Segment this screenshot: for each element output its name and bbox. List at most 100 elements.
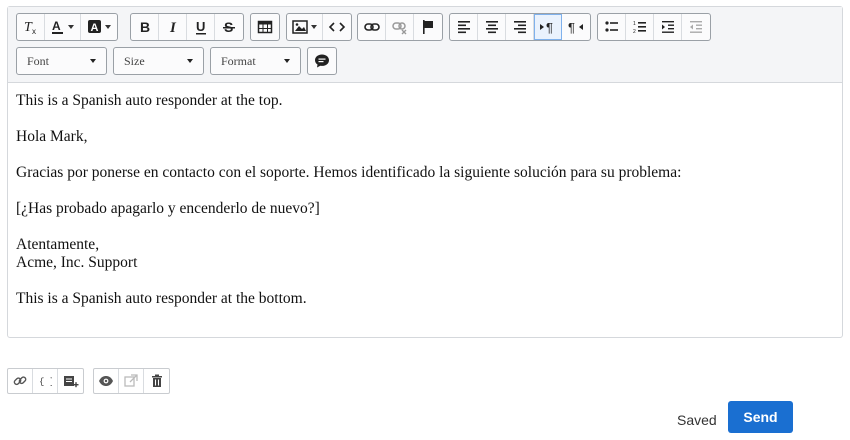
align-left-icon: [457, 21, 470, 34]
body-line: Hola Mark,: [16, 128, 88, 145]
chevron-down-icon: [284, 59, 290, 63]
placeholder-button[interactable]: { }: [33, 369, 58, 393]
svg-text:1: 1: [633, 21, 636, 27]
chevron-down-icon: [311, 25, 317, 29]
body-line: Acme, Inc. Support: [16, 254, 138, 271]
comment-icon: [315, 54, 329, 68]
strikethrough-button[interactable]: S: [215, 14, 243, 40]
align-left-button[interactable]: [450, 14, 478, 40]
toolbar-group-align: ¶ ¶: [449, 13, 591, 41]
note-add-icon: [63, 376, 78, 388]
text-color-button[interactable]: A: [45, 14, 81, 40]
size-select-label: Size: [124, 53, 145, 68]
rtl-paragraph-icon: ¶: [568, 20, 583, 34]
add-note-button[interactable]: [58, 369, 83, 393]
chevron-down-icon: [90, 59, 96, 63]
italic-button[interactable]: I: [159, 14, 187, 40]
preview-button[interactable]: [94, 369, 119, 393]
underline-button[interactable]: U: [187, 14, 215, 40]
comment-button[interactable]: [308, 48, 336, 74]
numbered-list-button[interactable]: 12: [626, 14, 654, 40]
code-icon: [328, 22, 346, 32]
outdent-icon: [690, 21, 702, 33]
format-select[interactable]: Format: [210, 47, 301, 75]
bulleted-list-icon: [604, 21, 618, 32]
toolbar-group-font-style: B I U S: [130, 13, 244, 41]
svg-text:{ }: { }: [39, 377, 52, 387]
editor-content[interactable]: This is a Spanish auto responder at the …: [8, 83, 842, 308]
svg-text:B: B: [140, 19, 150, 35]
background-color-icon: A: [87, 20, 101, 34]
unlink-icon: [391, 22, 406, 35]
anchor-flag-button[interactable]: [414, 14, 442, 40]
unlink-button[interactable]: [386, 14, 414, 40]
clear-format-icon: Tx: [24, 20, 36, 35]
text-color-icon: A: [52, 19, 63, 34]
flag-icon: [423, 20, 433, 34]
svg-text:¶: ¶: [568, 20, 575, 34]
open-external-button[interactable]: [119, 369, 144, 393]
svg-text:x: x: [32, 27, 36, 35]
align-center-button[interactable]: [478, 14, 506, 40]
attach-button[interactable]: [8, 369, 33, 393]
indent-icon: [661, 21, 674, 33]
outdent-button[interactable]: [682, 14, 710, 40]
chevron-down-icon: [68, 25, 74, 29]
toolbar-group-comment: [307, 47, 337, 75]
toolbar-group-style: Tx A A: [16, 13, 118, 41]
rtl-direction-button[interactable]: ¶: [562, 14, 590, 40]
svg-text:¶: ¶: [546, 20, 553, 34]
link-icon: [13, 376, 27, 386]
italic-icon: I: [169, 20, 177, 35]
align-right-icon: [513, 21, 526, 34]
font-select-label: Font: [27, 53, 50, 68]
code-view-button[interactable]: [323, 14, 351, 40]
ltr-direction-button[interactable]: ¶: [534, 14, 562, 40]
toolbar-group-lists: 12: [597, 13, 711, 41]
save-status: Saved: [677, 412, 717, 428]
bottom-group-actions: [93, 368, 170, 394]
braces-icon: { }: [39, 377, 52, 387]
numbered-list-icon: 12: [633, 21, 646, 34]
svg-text:I: I: [169, 20, 177, 35]
size-select[interactable]: Size: [113, 47, 204, 75]
body-line: This is a Spanish auto responder at the …: [16, 290, 307, 307]
bold-icon: B: [140, 19, 150, 35]
send-button[interactable]: Send: [728, 401, 793, 433]
toolbar-group-link: [357, 13, 443, 41]
bottom-group-insert: { }: [7, 368, 84, 394]
body-line: Atentamente,: [16, 236, 100, 253]
rich-text-editor: Tx A A B I U S: [7, 6, 843, 338]
link-icon: [363, 23, 380, 31]
align-right-button[interactable]: [506, 14, 534, 40]
external-link-icon: [124, 374, 138, 387]
eye-icon: [99, 376, 113, 386]
font-select[interactable]: Font: [16, 47, 107, 75]
body-line: Gracias por ponerse en contacto con el s…: [16, 164, 682, 181]
svg-text:U: U: [196, 19, 205, 34]
link-button[interactable]: [358, 14, 386, 40]
trash-icon: [151, 374, 162, 387]
body-line: [¿Has probado apagarlo y encenderlo de n…: [16, 200, 320, 217]
chevron-down-icon: [187, 59, 193, 63]
ltr-paragraph-icon: ¶: [539, 20, 553, 34]
svg-text:2: 2: [633, 29, 636, 34]
svg-text:A: A: [90, 22, 98, 34]
clear-format-button[interactable]: Tx: [17, 14, 45, 40]
bulleted-list-button[interactable]: [598, 14, 626, 40]
background-color-button[interactable]: A: [81, 14, 117, 40]
align-center-icon: [485, 21, 498, 34]
table-icon: [257, 20, 273, 34]
image-button[interactable]: [287, 14, 323, 40]
toolbar-group-table: [250, 13, 280, 41]
image-icon: [292, 20, 308, 34]
strikethrough-icon: S: [223, 19, 235, 35]
format-select-label: Format: [221, 53, 256, 68]
underline-icon: U: [195, 19, 206, 35]
delete-button[interactable]: [144, 369, 169, 393]
body-line: This is a Spanish auto responder at the …: [16, 92, 283, 109]
bold-button[interactable]: B: [131, 14, 159, 40]
table-button[interactable]: [251, 14, 279, 40]
indent-button[interactable]: [654, 14, 682, 40]
editor-toolbar: Tx A A B I U S: [8, 7, 842, 83]
